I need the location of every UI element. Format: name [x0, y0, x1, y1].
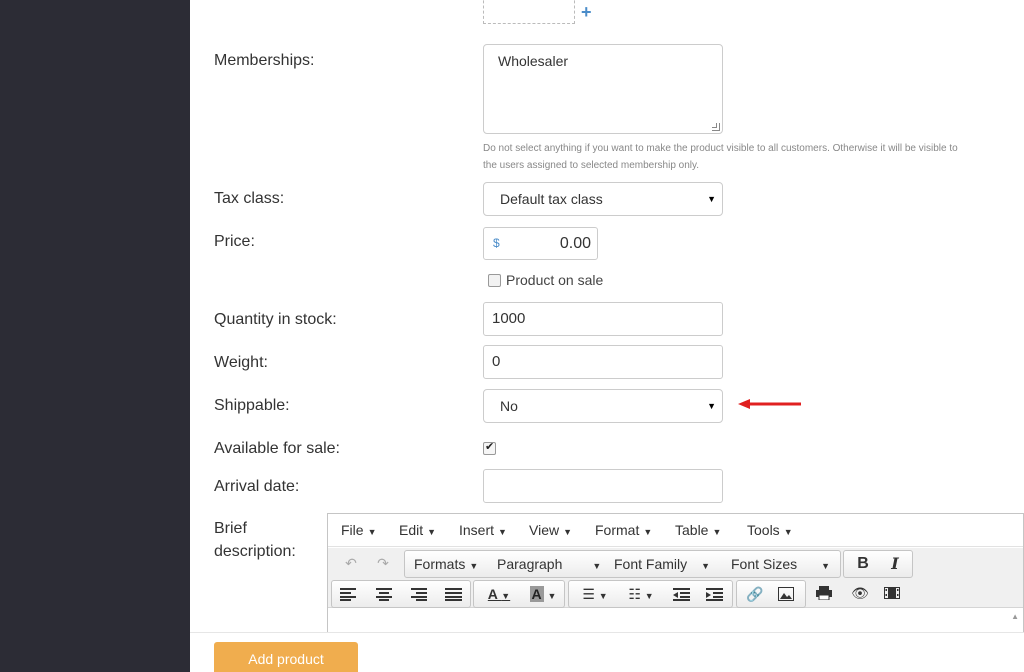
memberships-hint: Do not select anything if you want to ma…	[483, 143, 958, 171]
undo-icon[interactable]: ↶	[341, 550, 361, 576]
editor-menubar: File ▼ Edit ▼ Insert ▼ View ▼ Format ▼ Table ▼…	[328, 514, 1023, 547]
italic-button[interactable]: I	[884, 551, 906, 577]
undo-redo-group: ↶ ↷	[331, 550, 403, 578]
brief-label-line2: description:	[214, 543, 296, 560]
quantity-input[interactable]: 1000	[483, 302, 723, 336]
tax-class-label: Tax class:	[214, 190, 285, 207]
available-checkbox[interactable]	[483, 440, 496, 455]
memberships-label: Memberships:	[214, 52, 315, 69]
menu-format[interactable]: Format ▼	[595, 514, 652, 549]
product-form: + Memberships: Wholesaler Do not select …	[190, 0, 1024, 672]
tax-class-select[interactable]: Default tax class ▼	[483, 182, 723, 216]
arrival-date-input[interactable]	[483, 469, 723, 503]
numbered-list-icon[interactable]: ☷ ▼	[623, 581, 659, 609]
indent-icon[interactable]	[706, 587, 724, 601]
red-arrow-icon	[738, 399, 801, 409]
preview-icon[interactable]: 👁	[850, 580, 870, 606]
misc-group: 👁	[808, 580, 912, 608]
menu-edit[interactable]: Edit ▼	[399, 514, 436, 549]
menu-insert[interactable]: Insert ▼	[459, 514, 507, 549]
plus-icon[interactable]: +	[581, 2, 592, 22]
scroll-up-icon[interactable]: ▲	[1011, 612, 1019, 621]
font-sizes-dropdown[interactable]: Font Sizes ▼	[731, 551, 835, 579]
paragraph-dropdown[interactable]: Paragraph ▼	[497, 551, 601, 579]
price-value: 0.00	[559, 235, 591, 252]
alignment-group	[331, 580, 471, 608]
shippable-select[interactable]: No ▼	[483, 389, 723, 423]
background-color-icon[interactable]: A ▼	[526, 581, 560, 609]
weight-value: 0	[492, 353, 501, 370]
formats-dropdown[interactable]: Formats ▼	[414, 551, 478, 579]
arrival-label: Arrival date:	[214, 478, 300, 495]
format-dropdowns-group: Formats ▼ Paragraph ▼ Font Family ▼ Font Si…	[404, 550, 841, 578]
dropdown-caret-icon: ▼	[707, 194, 716, 204]
quantity-value: 1000	[492, 310, 526, 327]
outdent-icon[interactable]	[673, 587, 691, 601]
tax-class-value: Default tax class	[500, 191, 603, 207]
redo-icon[interactable]: ↷	[373, 550, 393, 576]
resize-handle-icon[interactable]	[712, 123, 720, 131]
form-actions-bar: Add product	[190, 632, 1024, 672]
rich-text-editor: File ▼ Edit ▼ Insert ▼ View ▼ Format ▼ Table ▼…	[327, 513, 1024, 634]
dropdown-caret-icon: ▼	[707, 401, 716, 411]
memberships-field[interactable]: Wholesaler	[483, 44, 723, 134]
media-icon[interactable]	[884, 586, 900, 600]
menu-view[interactable]: View ▼	[529, 514, 572, 549]
shippable-value: No	[500, 398, 518, 414]
align-right-icon[interactable]	[410, 587, 428, 601]
list-group: ☰ ▼ ☷ ▼	[568, 580, 733, 608]
menu-tools[interactable]: Tools ▼	[747, 514, 793, 549]
editor-toolbar-row-2: A ▼ A ▼ ☰ ▼ ☷ ▼ 🔗 👁	[328, 578, 1023, 608]
quantity-label: Quantity in stock:	[214, 311, 337, 328]
bullet-list-icon[interactable]: ☰ ▼	[577, 581, 613, 609]
add-image-dropzone[interactable]	[483, 0, 575, 24]
bold-button[interactable]: B	[852, 551, 874, 577]
menu-file[interactable]: File ▼	[341, 514, 376, 549]
align-left-icon[interactable]	[340, 587, 358, 601]
weight-label: Weight:	[214, 354, 268, 371]
menu-table[interactable]: Table ▼	[675, 514, 721, 549]
on-sale-checkbox[interactable]	[488, 274, 501, 287]
weight-input[interactable]: 0	[483, 345, 723, 379]
bold-italic-group: B I	[843, 550, 913, 578]
price-label: Price:	[214, 233, 255, 250]
link-icon[interactable]: 🔗	[743, 581, 767, 607]
print-icon[interactable]	[816, 586, 832, 600]
color-group: A ▼ A ▼	[473, 580, 565, 608]
on-sale-label: Product on sale	[506, 272, 604, 288]
memberships-value: Wholesaler	[498, 53, 569, 69]
align-center-icon[interactable]	[375, 587, 393, 601]
insert-group: 🔗	[736, 580, 806, 608]
font-family-dropdown[interactable]: Font Family ▼	[614, 551, 722, 579]
text-color-icon[interactable]: A ▼	[482, 581, 516, 609]
sidebar	[0, 0, 190, 672]
shippable-label: Shippable:	[214, 397, 290, 414]
currency-symbol: $	[493, 236, 500, 250]
image-icon[interactable]	[778, 587, 794, 601]
brief-label-line1: Brief	[214, 520, 247, 537]
price-input[interactable]: $ 0.00	[483, 227, 598, 260]
align-justify-icon[interactable]	[445, 587, 463, 601]
editor-content-area[interactable]	[328, 610, 1023, 634]
add-product-button[interactable]: Add product	[214, 642, 358, 672]
available-label: Available for sale:	[214, 440, 340, 457]
editor-toolbar-row-1: ↶ ↷ Formats ▼ Paragraph ▼ Font Family ▼ Fon…	[328, 548, 1023, 578]
